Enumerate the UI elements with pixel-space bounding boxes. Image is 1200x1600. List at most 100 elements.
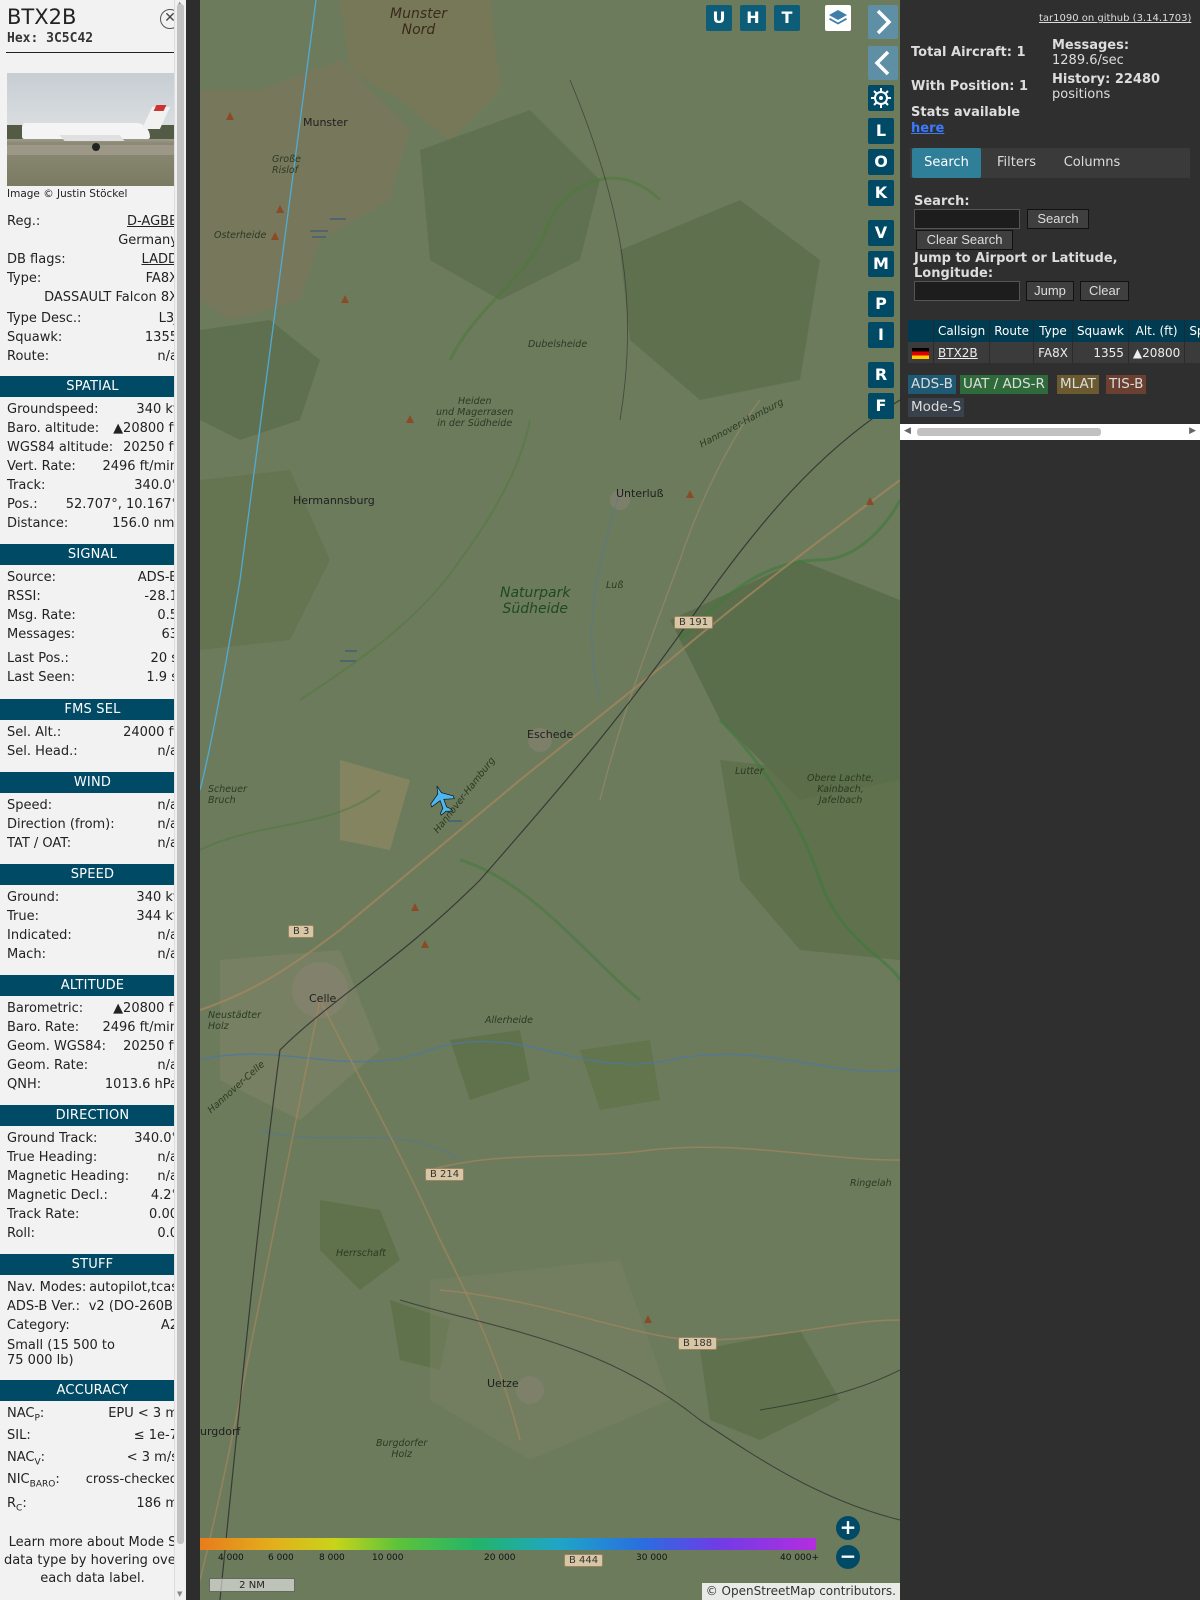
history-unit: positions	[1052, 87, 1111, 102]
with-position: With Position: 1	[911, 79, 1029, 94]
detail-label: Category:	[7, 1318, 70, 1333]
badge-modes[interactable]: Mode-S	[908, 398, 965, 417]
detail-row: QNH: 1013.6 hPa	[7, 1077, 178, 1096]
detail-row: Baro. Rate: 2496 ft/min	[7, 1020, 178, 1039]
expand-sidebar-button[interactable]	[868, 5, 898, 39]
detail-label: Ground Track:	[7, 1131, 98, 1146]
clear-jump-button[interactable]: Clear	[1080, 281, 1129, 301]
tab-filters[interactable]: Filters	[983, 148, 1050, 178]
github-link[interactable]: tar1090 on github (3.14.1703)	[1039, 13, 1191, 24]
layers-icon[interactable]	[825, 5, 851, 31]
badge-uat[interactable]: UAT / ADS-R	[960, 375, 1048, 394]
detail-row: ADS-B Ver.: v2 (DO-260B)	[7, 1299, 178, 1318]
toggle-v-button[interactable]: V	[868, 220, 894, 246]
search-label: Search:	[914, 194, 970, 209]
detail-row: Nav. Modes: autopilot,tcas	[7, 1280, 178, 1299]
detail-label: Squawk:	[7, 330, 63, 345]
toggle-m-button[interactable]: M	[868, 251, 894, 277]
row-callsign[interactable]: BTX2B	[933, 342, 991, 363]
detail-label: Sel. Head.:	[7, 744, 78, 759]
detail-value: -28.1	[144, 589, 178, 604]
clear-search-button[interactable]: Clear Search	[916, 230, 1013, 250]
toggle-k-button[interactable]: K	[868, 180, 894, 206]
toggle-h-button[interactable]: H	[740, 5, 766, 31]
info-scrollbar[interactable]: ▲▼	[174, 0, 186, 1600]
toggle-p-button[interactable]: P	[868, 291, 894, 317]
detail-label: Last Seen:	[7, 670, 76, 685]
detail-row: Type Desc.: L3J	[7, 311, 178, 330]
toggle-f-button[interactable]: F	[868, 393, 894, 419]
badge-tisb[interactable]: TIS-B	[1106, 375, 1147, 394]
map-label: Munster Nord	[390, 6, 447, 38]
jump-input[interactable]	[914, 281, 1020, 301]
detail-value: < 3 m/s	[126, 1450, 178, 1465]
col-speed[interactable]: Spd	[1184, 320, 1200, 342]
col-squawk[interactable]: Squawk	[1072, 320, 1129, 342]
col-route[interactable]: Route	[989, 320, 1035, 342]
badge-mlat[interactable]: MLAT	[1057, 375, 1099, 394]
detail-value: ≤ 1e-7	[133, 1428, 178, 1443]
detail-row: Barometric: ▲20800 ft	[7, 1001, 178, 1020]
toggle-r-button[interactable]: R	[868, 362, 894, 388]
map-label: Große Rislof	[272, 154, 301, 176]
toggle-i-button[interactable]: I	[868, 322, 894, 348]
table-header-row: Callsign Route Type Squawk Alt. (ft) Spd	[908, 320, 1200, 342]
detail-row: Messages: 63	[7, 627, 178, 646]
detail-label: Magnetic Decl.:	[7, 1188, 108, 1203]
toggle-o-button[interactable]: O	[868, 149, 894, 175]
tab-columns[interactable]: Columns	[1052, 148, 1132, 178]
detail-value[interactable]: LADD	[142, 252, 178, 267]
detail-label: NACV:	[7, 1450, 46, 1468]
collapse-sidebar-button[interactable]	[868, 46, 898, 80]
section-header: DIRECTION	[0, 1105, 185, 1126]
row-type: FA8X	[1033, 342, 1073, 363]
badge-adsb[interactable]: ADS-B	[908, 375, 956, 394]
zoom-out-button[interactable]: −	[836, 1545, 860, 1569]
map-label: Allerheide	[485, 1015, 533, 1026]
detail-value: 156.0 nmi	[112, 516, 178, 531]
detail-label: Track Rate:	[7, 1207, 80, 1222]
map-label: Celle	[309, 992, 337, 1005]
section-header: WIND	[0, 772, 185, 793]
detail-row: True: 344 kt	[7, 909, 178, 928]
search-button[interactable]: Search	[1027, 209, 1089, 229]
stats-link[interactable]: here	[911, 121, 944, 136]
detail-value[interactable]: D-AGBB	[127, 214, 178, 229]
col-type[interactable]: Type	[1033, 320, 1073, 342]
table-row[interactable]: BTX2B FA8X 1355 ▲20800	[908, 342, 1200, 363]
detail-row: Distance: 156.0 nmi	[7, 516, 178, 535]
map-label: urgdorf	[200, 1425, 241, 1438]
detail-label: Barometric:	[7, 1001, 84, 1016]
detail-value: 2496 ft/min	[102, 459, 178, 474]
road-shield: B 444	[564, 1554, 604, 1567]
detail-label: SIL:	[7, 1428, 31, 1443]
col-altitude[interactable]: Alt. (ft)	[1128, 320, 1186, 342]
aircraft-table: Callsign Route Type Squawk Alt. (ft) Spd…	[908, 320, 1200, 363]
detail-row: Track: 340.0°	[7, 478, 178, 497]
toggle-t-button[interactable]: T	[774, 5, 800, 31]
tab-search[interactable]: Search	[912, 148, 981, 178]
detail-label: Pos.:	[7, 497, 38, 512]
col-callsign[interactable]: Callsign	[933, 320, 991, 342]
detail-label: Roll:	[7, 1226, 36, 1241]
aircraft-photo[interactable]	[7, 73, 178, 186]
detail-row: Geom. Rate: n/a	[7, 1058, 178, 1077]
zoom-in-button[interactable]: +	[836, 1516, 860, 1540]
map-label: Obere Lachte, Kainbach, Jafelbach	[807, 773, 875, 806]
detail-row: NICBARO: cross-checked	[7, 1472, 178, 1491]
detail-value: 1013.6 hPa	[104, 1077, 178, 1092]
detail-row: WGS84 altitude: 20250 ft	[7, 440, 178, 459]
osm-link[interactable]: OpenStreetMap	[722, 1584, 816, 1598]
hex-value: 3C5C42	[46, 31, 94, 46]
map-view[interactable]: Munster Nord Munster Große Rislof Osterhei…	[200, 0, 900, 1600]
photo-credit[interactable]: Image © Justin Stöckel	[7, 188, 127, 200]
detail-row: Speed: n/a	[7, 798, 178, 817]
toggle-u-button[interactable]: U	[706, 5, 732, 31]
detail-row: TAT / OAT: n/a	[7, 836, 178, 855]
toggle-l-button[interactable]: L	[868, 118, 894, 144]
gear-icon[interactable]	[868, 85, 894, 111]
search-input[interactable]	[914, 209, 1020, 229]
table-horizontal-scrollbar[interactable]: ◀ ▶	[900, 424, 1200, 440]
detail-label: Baro. Rate:	[7, 1020, 80, 1035]
jump-button[interactable]: Jump	[1026, 281, 1074, 301]
